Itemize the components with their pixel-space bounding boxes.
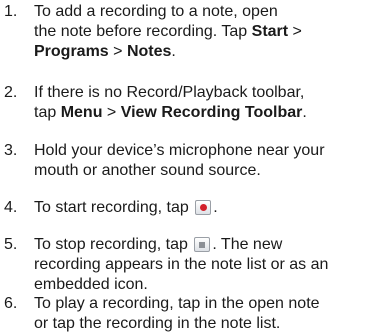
step-line: To stop recording, tap . The new [34, 235, 374, 255]
step-line: To add a recording to a note, open [34, 2, 374, 22]
bold-term-menu: Menu [60, 104, 103, 121]
text-run: To add a recording to a note, open [34, 3, 278, 20]
instructions-list: 1. To add a recording to a note, open th… [0, 0, 378, 332]
step-number: 1. [4, 3, 18, 20]
step-line: Programs > Notes. [34, 42, 374, 62]
text-run: To play a recording, tap in the open not… [34, 295, 320, 312]
text-run: If there is no Record/Playback toolbar, [34, 84, 305, 101]
text-run: > [102, 104, 121, 121]
step-text: To start recording, tap . [34, 198, 374, 218]
text-run: mouth or another sound source. [34, 162, 261, 179]
text-run: . The new [212, 236, 283, 253]
step-line: To start recording, tap . [34, 198, 374, 218]
text-run: tap [34, 104, 61, 121]
step-line: tap Menu > View Recording Toolbar. [34, 103, 374, 123]
step-line: embedded icon. [34, 275, 374, 295]
text-run: > [288, 23, 302, 40]
text-run: or tap the recording in the note list. [34, 315, 281, 332]
text-run: To stop recording, tap [34, 236, 193, 253]
step-line: the note before recording. Tap Start > [34, 22, 374, 42]
bold-term-start: Start [251, 23, 289, 40]
step-number: 4. [4, 199, 18, 216]
record-icon [195, 200, 212, 215]
step-number: 5. [4, 236, 18, 253]
text-run: embedded icon. [34, 276, 148, 293]
step-line: If there is no Record/Playback toolbar, [34, 83, 374, 103]
step-line: recording appears in the note list or as… [34, 255, 374, 275]
step-text: To stop recording, tap . The new recordi… [34, 235, 374, 295]
stop-icon [194, 237, 211, 252]
text-run: To start recording, tap [34, 199, 194, 216]
text-run: Hold your device’s microphone near your [34, 142, 325, 159]
text-run: > [108, 43, 127, 60]
step-text: To add a recording to a note, open the n… [34, 2, 374, 62]
step-text: To play a recording, tap in the open not… [34, 294, 374, 334]
step-number: 6. [4, 295, 18, 312]
text-run: . [302, 104, 307, 121]
text-run: recording appears in the note list or as… [34, 256, 329, 273]
text-run: the note before recording. Tap [34, 23, 252, 40]
text-run: . [213, 199, 218, 216]
step-number: 2. [4, 84, 18, 101]
step-line: mouth or another sound source. [34, 161, 374, 181]
step-line: Hold your device’s microphone near your [34, 141, 374, 161]
bold-term-view-recording-toolbar: View Recording Toolbar [120, 104, 303, 121]
step-number: 3. [4, 142, 18, 159]
step-line: To play a recording, tap in the open not… [34, 294, 374, 314]
step-line: or tap the recording in the note list. [34, 314, 374, 334]
step-text: Hold your device’s microphone near your … [34, 141, 374, 181]
text-run: . [171, 43, 176, 60]
bold-term-notes: Notes [126, 43, 172, 60]
step-text: If there is no Record/Playback toolbar, … [34, 83, 374, 123]
bold-term-programs: Programs [34, 43, 109, 60]
